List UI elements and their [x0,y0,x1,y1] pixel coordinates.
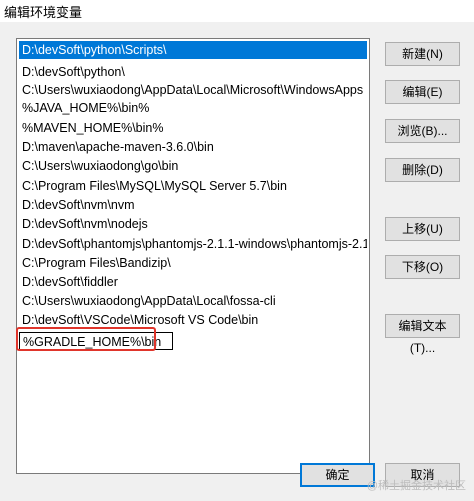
path-item[interactable]: D:\devSoft\fiddler [19,273,367,291]
path-item[interactable]: %JAVA_HOME%\bin% [19,99,367,117]
path-item-selected[interactable]: D:\devSoft\python\Scripts\ [19,41,367,59]
browse-button[interactable]: 浏览(B)... [385,119,460,143]
edit-text-button[interactable]: 编辑文本(T)... [385,314,460,355]
path-list[interactable]: D:\devSoft\python\Scripts\ D:\devSoft\py… [16,38,370,474]
path-item[interactable]: C:\Users\wuxiaodong\go\bin [19,157,367,175]
new-button[interactable]: 新建(N) [385,42,460,66]
delete-button[interactable]: 删除(D) [385,158,460,182]
path-item[interactable]: C:\Users\wuxiaodong\AppData\Local\fossa-… [19,292,367,310]
watermark: @稀土掘金技术社区 [366,480,466,492]
ok-button[interactable]: 确定 [300,463,375,487]
move-down-button[interactable]: 下移(O) [385,255,460,279]
path-item[interactable]: D:\maven\apache-maven-3.6.0\bin [19,138,367,156]
path-item[interactable]: D:\devSoft\python\ [19,63,367,81]
window-title: 编辑环境变量 [4,5,83,20]
highlight-annotation [16,327,156,351]
path-item[interactable]: D:\devSoft\phantomjs\phantomjs-2.1.1-win… [19,235,367,253]
title-bar: 编辑环境变量 [0,0,474,22]
edit-button[interactable]: 编辑(E) [385,80,460,104]
move-up-button[interactable]: 上移(U) [385,217,460,241]
path-item[interactable]: %MAVEN_HOME%\bin% [19,119,367,137]
path-item[interactable]: D:\devSoft\nvm\nodejs [19,215,367,233]
path-item[interactable]: C:\Program Files\MySQL\MySQL Server 5.7\… [19,177,367,195]
path-item[interactable]: C:\Program Files\Bandizip\ [19,254,367,272]
path-item[interactable]: D:\devSoft\nvm\nvm [19,196,367,214]
path-item[interactable]: C:\Users\wuxiaodong\AppData\Local\Micros… [19,81,367,99]
